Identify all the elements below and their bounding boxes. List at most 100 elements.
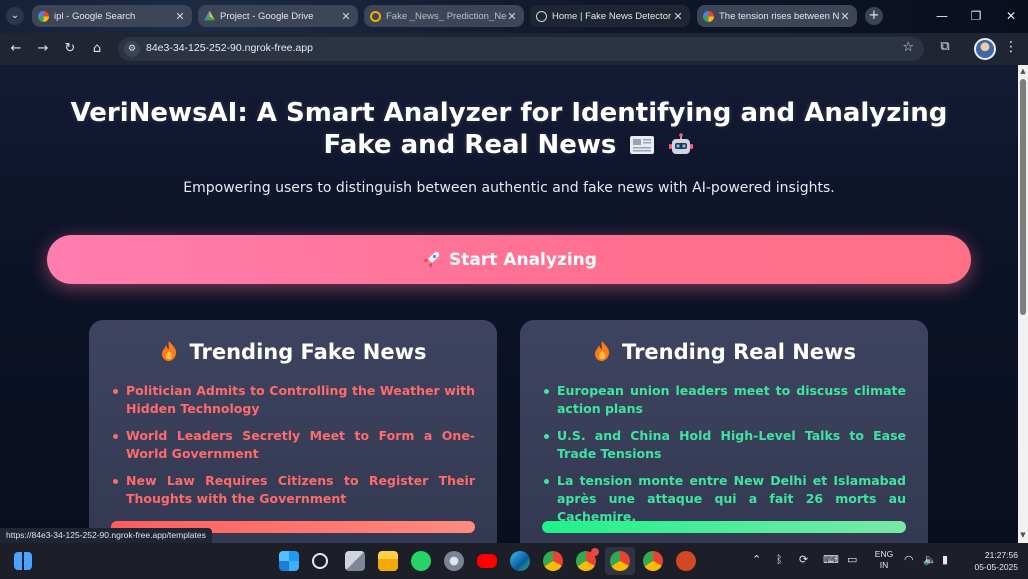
scroll-down-icon[interactable]: ▼ xyxy=(1019,531,1027,539)
address-bar[interactable]: ⚙ 84e3-34-125-252-90.ngrok-free.app ☆ xyxy=(118,37,924,61)
close-tab-icon[interactable]: ✕ xyxy=(506,10,518,23)
chevron-up-icon[interactable]: ⌃ xyxy=(752,553,761,566)
forward-arrow-icon[interactable]: → xyxy=(33,39,53,59)
widgets-icon[interactable] xyxy=(14,552,32,570)
robot-icon xyxy=(669,133,694,154)
fake-card-heading: Trending Fake News xyxy=(89,340,497,364)
menu-dots-icon[interactable]: ⋮ xyxy=(1004,39,1018,59)
close-tab-icon[interactable]: ✕ xyxy=(174,10,186,23)
fire-icon xyxy=(595,341,610,361)
display-icon[interactable]: ▭ xyxy=(847,553,857,566)
site-info-icon[interactable]: ⚙ xyxy=(124,41,140,57)
globe-icon xyxy=(536,10,547,22)
tab-strip: ⌄ ipl - Google Search ✕ Project - Google… xyxy=(0,0,1028,33)
page-content: VeriNewsAI: A Smart Analyzer for Identif… xyxy=(0,65,1018,543)
sync-icon[interactable]: ⟳ xyxy=(799,553,808,566)
fake-news-item: Politician Admits to Controlling the Wea… xyxy=(111,382,475,418)
tab-tension-search[interactable]: The tension rises between N ✕ xyxy=(697,5,857,27)
home-icon[interactable]: ⌂ xyxy=(87,39,107,59)
keyboard-icon[interactable]: ⌨ xyxy=(823,553,839,566)
tab-google-search[interactable]: ipl - Google Search ✕ xyxy=(32,5,192,27)
trending-real-news-card: Trending Real News European union leader… xyxy=(520,320,928,543)
colab-icon xyxy=(370,10,381,22)
chrome-icon[interactable] xyxy=(543,551,563,571)
close-tab-icon[interactable]: ✕ xyxy=(839,10,851,23)
real-news-bar xyxy=(542,521,906,533)
back-arrow-icon[interactable]: ← xyxy=(6,39,26,59)
fire-icon xyxy=(162,341,177,361)
language-indicator[interactable]: ENG IN xyxy=(870,549,898,571)
volume-icon[interactable]: 🔈 xyxy=(923,553,937,566)
google-icon xyxy=(703,10,714,22)
tab-search-icon[interactable]: ⌄ xyxy=(6,7,24,25)
fake-news-item: World Leaders Secretly Meet to Form a On… xyxy=(111,427,475,463)
reload-icon[interactable]: ↻ xyxy=(60,39,80,59)
start-analyzing-button[interactable]: Start Analyzing xyxy=(47,235,971,284)
start-analyzing-label[interactable]: Start Analyzing xyxy=(449,250,597,270)
bluetooth-icon[interactable]: ᛒ xyxy=(776,553,783,566)
clock-time: 21:27:56 xyxy=(984,550,1018,560)
settings-gear-icon[interactable] xyxy=(444,551,464,571)
clock-date: 05-05-2025 xyxy=(974,562,1018,572)
tab-title: Home | Fake News Detector xyxy=(552,10,672,22)
profile-avatar[interactable] xyxy=(974,38,996,60)
trending-fake-news-card: Trending Fake News Politician Admits to … xyxy=(89,320,497,543)
fake-news-list: Politician Admits to Controlling the Wea… xyxy=(111,382,475,517)
scroll-thumb[interactable] xyxy=(1020,79,1026,315)
tab-title: The tension rises between N xyxy=(719,10,839,22)
newspaper-icon xyxy=(630,136,655,154)
extensions-icon[interactable]: ⧉ xyxy=(936,39,954,57)
bookmark-star-icon[interactable]: ☆ xyxy=(902,40,914,55)
file-explorer-icon[interactable] xyxy=(378,551,398,571)
region-code: IN xyxy=(879,560,889,570)
task-view-icon[interactable] xyxy=(345,551,365,571)
real-news-item: U.S. and China Hold High-Level Talks to … xyxy=(542,427,906,463)
tab-fake-news-detector[interactable]: Home | Fake News Detector ✕ xyxy=(530,5,690,27)
tab-colab-notebook[interactable]: Fake _News_ Prediction_New ✕ xyxy=(364,5,524,27)
browser-toolbar: ← → ↻ ⌂ ⚙ 84e3-34-125-252-90.ngrok-free.… xyxy=(0,33,1028,65)
drive-icon xyxy=(204,10,215,21)
browser-window: ⌄ ipl - Google Search ✕ Project - Google… xyxy=(0,0,1028,579)
rocket-icon xyxy=(423,251,440,268)
real-news-item: European union leaders meet to discuss c… xyxy=(542,382,906,418)
edge-icon[interactable] xyxy=(510,551,530,571)
powerpoint-icon[interactable] xyxy=(676,551,696,571)
notification-badge xyxy=(591,548,599,556)
real-card-title: Trending Real News xyxy=(622,340,856,364)
tab-title: ipl - Google Search xyxy=(54,10,136,22)
search-icon[interactable] xyxy=(312,553,328,569)
url-text[interactable]: 84e3-34-125-252-90.ngrok-free.app xyxy=(146,42,313,54)
new-tab-button[interactable]: + xyxy=(865,7,883,25)
language-code: ENG xyxy=(874,549,894,559)
hero-title: VeriNewsAI: A Smart Analyzer for Identif… xyxy=(0,97,1018,161)
wifi-icon[interactable]: ◠ xyxy=(904,553,914,566)
status-bar-url: https://84e3-34-125-252-90.ngrok-free.ap… xyxy=(0,528,212,543)
restore-icon[interactable]: ❐ xyxy=(964,6,988,26)
fake-card-title: Trending Fake News xyxy=(189,340,427,364)
hero-title-line2: Fake and Real News xyxy=(323,130,617,160)
real-news-list: European union leaders meet to discuss c… xyxy=(542,382,906,535)
taskbar: ⌃ ᛒ ⟳ ⌨ ▭ ENG IN ◠ 🔈 ▮ 21:27:56 05-05-20… xyxy=(0,543,1028,579)
google-icon xyxy=(38,10,49,22)
real-card-heading: Trending Real News xyxy=(520,340,928,364)
chrome-other-icon[interactable] xyxy=(643,551,663,571)
scroll-up-icon[interactable]: ▲ xyxy=(1019,67,1027,75)
tab-google-drive[interactable]: Project - Google Drive ✕ xyxy=(198,5,358,27)
tab-title: Fake _News_ Prediction_New xyxy=(386,10,506,22)
whatsapp-icon[interactable] xyxy=(411,551,431,571)
close-tab-icon[interactable]: ✕ xyxy=(340,10,352,23)
minimize-icon[interactable]: — xyxy=(930,6,954,26)
youtube-icon[interactable] xyxy=(477,554,497,568)
close-window-icon[interactable]: ✕ xyxy=(999,6,1023,26)
windows-start-icon[interactable] xyxy=(279,551,299,571)
battery-icon[interactable]: ▮ xyxy=(942,553,948,566)
hero-subtitle: Empowering users to distinguish between … xyxy=(183,180,835,196)
chrome-profile-icon[interactable] xyxy=(576,548,599,571)
real-news-item: La tension monte entre New Delhi et Isla… xyxy=(542,472,906,526)
fake-news-item: New Law Requires Citizens to Register Th… xyxy=(111,472,475,508)
system-clock[interactable]: 21:27:56 05-05-2025 xyxy=(962,549,1018,573)
chrome-active-icon[interactable] xyxy=(610,551,630,571)
close-tab-icon[interactable]: ✕ xyxy=(672,10,684,23)
page-scrollbar[interactable]: ▲ ▼ xyxy=(1018,65,1028,543)
tab-title: Project - Google Drive xyxy=(220,10,314,22)
